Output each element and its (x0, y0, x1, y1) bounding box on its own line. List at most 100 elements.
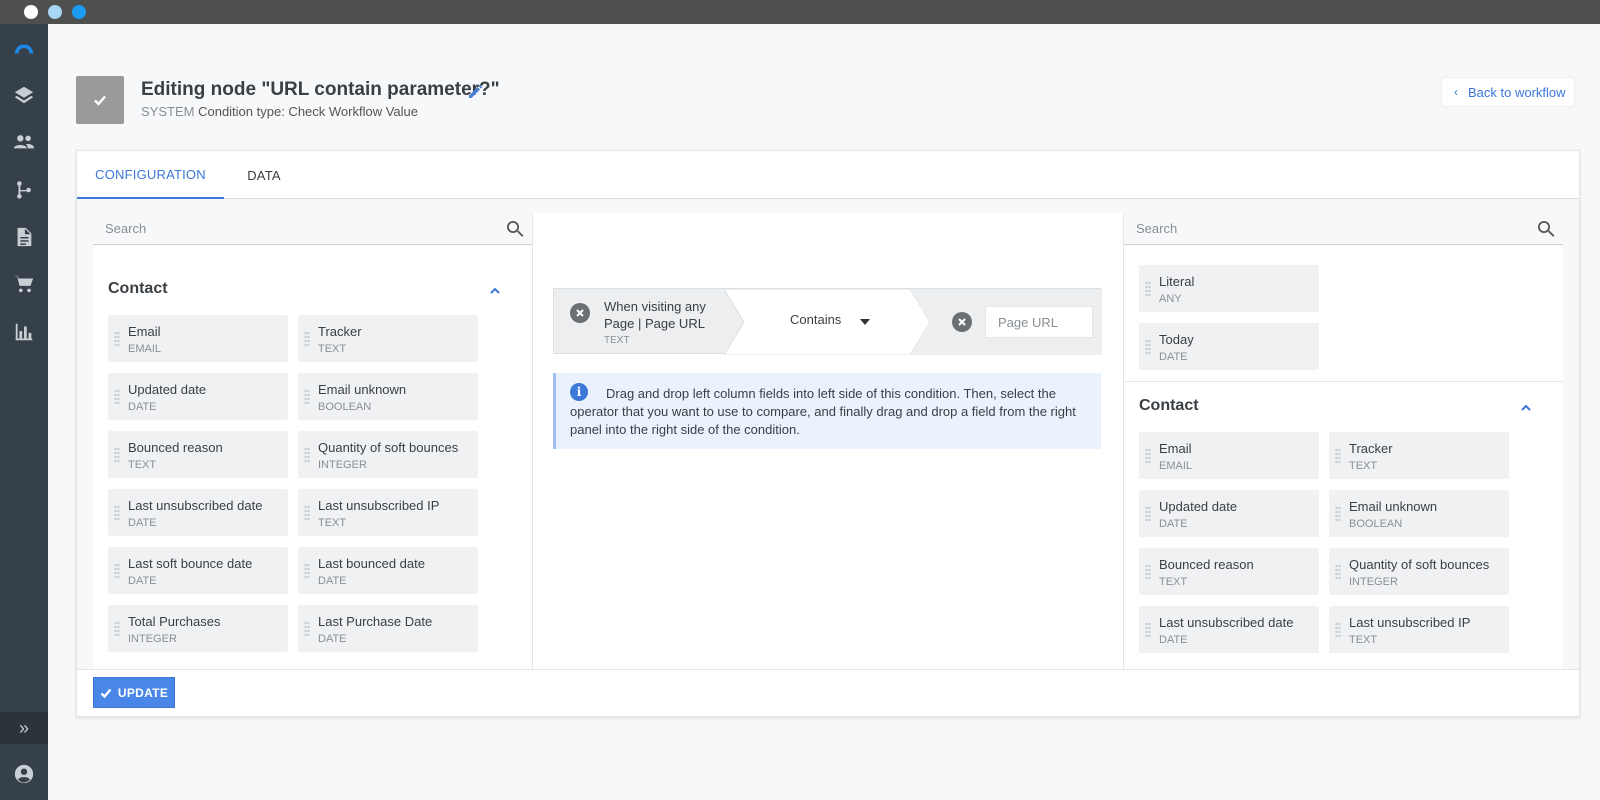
node-subtitle: SYSTEM Condition type: Check Workflow Va… (141, 104, 418, 119)
drag-handle-icon[interactable] (304, 563, 310, 579)
tab-bar: CONFIGURATION DATA (77, 151, 1579, 199)
search-icon[interactable] (1536, 219, 1556, 239)
workflow-icon[interactable] (12, 178, 36, 202)
drag-handle-icon[interactable] (1335, 506, 1341, 522)
field-type: TEXT (128, 459, 157, 471)
back-label: Back to workflow (1468, 84, 1566, 100)
field-type: ANY (1159, 293, 1182, 305)
drag-handle-icon[interactable] (114, 331, 120, 347)
drag-handle-icon[interactable] (1145, 339, 1151, 355)
tab-data[interactable]: DATA (224, 151, 304, 199)
drag-handle-icon[interactable] (114, 563, 120, 579)
left-field[interactable]: Last unsubscribed date DATE (108, 489, 288, 536)
left-field[interactable]: Quantity of soft bounces INTEGER (298, 431, 478, 478)
account-icon[interactable] (12, 762, 36, 786)
field-type: DATE (1159, 634, 1188, 646)
left-search-input[interactable]: Search (105, 221, 146, 236)
field-name: Email unknown (1349, 499, 1438, 514)
chevron-up-icon[interactable] (1520, 401, 1532, 413)
field-name: Last Purchase Date (318, 614, 433, 629)
left-field[interactable]: Last bounced date DATE (298, 547, 478, 594)
right-field[interactable]: Quantity of soft bounces INTEGER (1329, 548, 1509, 595)
right-operand-input[interactable]: Page URL (985, 306, 1093, 338)
right-field[interactable]: Today DATE (1139, 323, 1319, 370)
field-type: EMAIL (1159, 460, 1193, 472)
drag-handle-icon[interactable] (114, 621, 120, 637)
field-type: TEXT (318, 517, 347, 529)
drag-handle-icon[interactable] (1145, 622, 1151, 638)
update-button[interactable]: UPDATE (93, 677, 175, 708)
field-name: Literal (1159, 274, 1195, 289)
double-chevron-right-icon[interactable]: » (0, 712, 48, 744)
window-close-button[interactable] (24, 5, 38, 19)
drag-handle-icon[interactable] (1145, 281, 1151, 297)
cart-icon[interactable] (12, 272, 36, 296)
remove-right-operand-icon[interactable] (952, 312, 972, 332)
field-name: Last unsubscribed date (128, 498, 263, 513)
users-icon[interactable] (12, 130, 36, 154)
right-field[interactable]: Bounced reason TEXT (1139, 548, 1319, 595)
tab-configuration[interactable]: CONFIGURATION (77, 151, 224, 199)
window-maximize-button[interactable] (72, 5, 86, 19)
right-field[interactable]: Tracker TEXT (1329, 432, 1509, 479)
right-field[interactable]: Updated date DATE (1139, 490, 1319, 537)
drag-handle-icon[interactable] (1145, 506, 1151, 522)
drag-handle-icon[interactable] (1145, 448, 1151, 464)
left-operand-label: When visiting any Page | Page URL (604, 299, 706, 331)
caret-down-icon[interactable] (860, 319, 870, 325)
window-minimize-button[interactable] (48, 5, 62, 19)
drag-handle-icon[interactable] (114, 505, 120, 521)
right-search-input[interactable]: Search (1136, 221, 1177, 236)
drag-handle-icon[interactable] (304, 389, 310, 405)
left-field[interactable]: Last unsubscribed IP TEXT (298, 489, 478, 536)
check-icon (100, 688, 112, 698)
field-name: Quantity of soft bounces (318, 440, 459, 455)
right-field[interactable]: Last unsubscribed IP TEXT (1329, 606, 1509, 653)
drag-handle-icon[interactable] (1145, 564, 1151, 580)
field-name: Last unsubscribed date (1159, 615, 1294, 630)
update-label: UPDATE (117, 685, 169, 700)
left-field[interactable]: Bounced reason TEXT (108, 431, 288, 478)
left-field[interactable]: Updated date DATE (108, 373, 288, 420)
field-name: Tracker (318, 324, 362, 339)
chart-icon[interactable] (12, 320, 36, 344)
operator-select[interactable]: Contains (790, 312, 841, 327)
drag-handle-icon[interactable] (304, 331, 310, 347)
back-to-workflow-button[interactable]: ‹ Back to workflow (1441, 77, 1575, 107)
left-field[interactable]: Email EMAIL (108, 315, 288, 362)
right-field[interactable]: Email unknown BOOLEAN (1329, 490, 1509, 537)
field-name: Updated date (1159, 499, 1238, 514)
pencil-icon[interactable] (467, 84, 483, 100)
drag-handle-icon[interactable] (304, 621, 310, 637)
right-field[interactable]: Email EMAIL (1139, 432, 1319, 479)
left-search[interactable]: Search (93, 213, 532, 245)
drag-handle-icon[interactable] (1335, 622, 1341, 638)
drag-handle-icon[interactable] (304, 505, 310, 521)
field-type: DATE (1159, 351, 1188, 363)
layers-icon[interactable] (12, 83, 36, 107)
search-icon[interactable] (505, 219, 525, 239)
chevron-left-icon: ‹ (1454, 85, 1458, 99)
left-field[interactable]: Last soft bounce date DATE (108, 547, 288, 594)
right-field[interactable]: Literal ANY (1139, 265, 1319, 312)
chevron-up-icon[interactable] (489, 284, 501, 296)
field-type: DATE (128, 401, 157, 413)
field-name: Today (1159, 332, 1194, 347)
left-field[interactable]: Last Purchase Date DATE (298, 605, 478, 652)
left-field[interactable]: Total Purchases INTEGER (108, 605, 288, 652)
remove-left-operand-icon[interactable] (570, 303, 590, 323)
document-icon[interactable] (12, 225, 36, 249)
drag-handle-icon[interactable] (1335, 564, 1341, 580)
drag-handle-icon[interactable] (114, 447, 120, 463)
drag-handle-icon[interactable] (304, 447, 310, 463)
info-box: i Drag and drop left column fields into … (553, 373, 1101, 449)
right-field[interactable]: Last unsubscribed date DATE (1139, 606, 1319, 653)
field-name: Email (128, 324, 161, 339)
right-search[interactable]: Search (1124, 213, 1563, 245)
drag-handle-icon[interactable] (1335, 448, 1341, 464)
left-field[interactable]: Email unknown BOOLEAN (298, 373, 478, 420)
logo-icon[interactable] (12, 36, 36, 60)
drag-handle-icon[interactable] (114, 389, 120, 405)
left-field[interactable]: Tracker TEXT (298, 315, 478, 362)
field-name: Total Purchases (128, 614, 221, 629)
